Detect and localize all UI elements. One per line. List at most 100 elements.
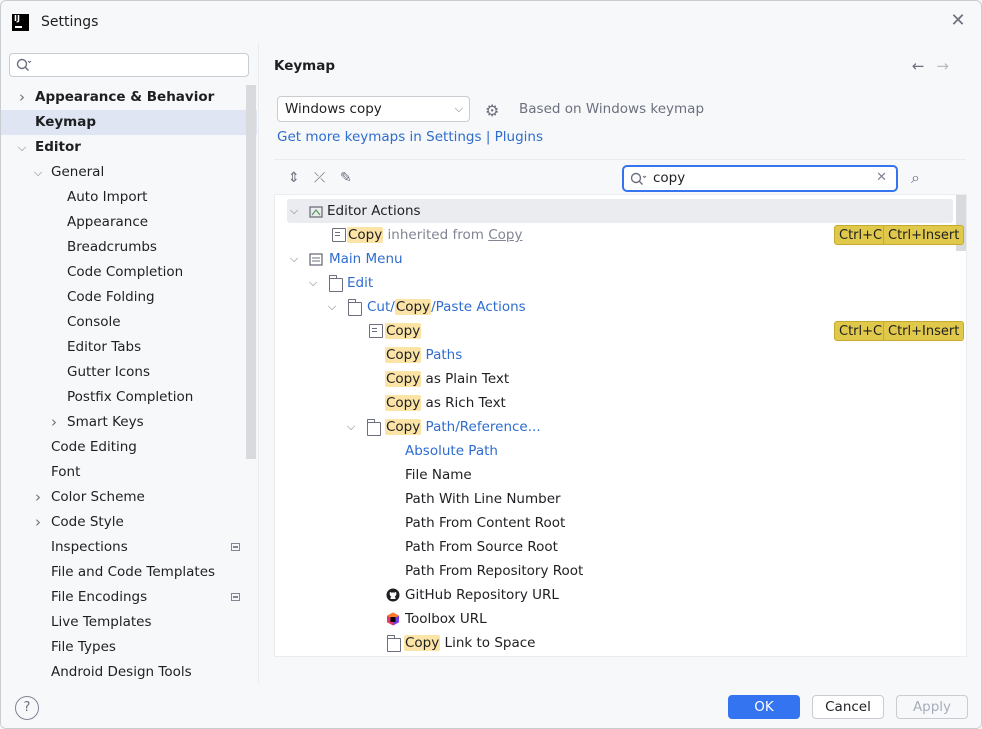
chevron-right-icon[interactable]: › (32, 485, 44, 510)
dialog-footer: ? OK Cancel Apply (1, 683, 981, 728)
tree-row-path-content[interactable]: Path From Content Root (275, 511, 955, 535)
sidebar-item-code-completion[interactable]: Code Completion (1, 260, 258, 285)
chevron-right-icon[interactable]: › (32, 510, 44, 535)
sidebar-item-appearance-behavior[interactable]: › Appearance & Behavior (1, 85, 258, 110)
chevron-down-icon[interactable]: ⌵ (16, 135, 28, 160)
based-on-label: Based on Windows keymap (519, 101, 705, 117)
chevron-right-icon[interactable]: › (16, 85, 28, 110)
clear-icon[interactable]: ✕ (876, 170, 887, 185)
chevron-down-icon: ⌵ (289, 252, 299, 265)
tree-label: Copy Path/Reference... (385, 419, 541, 435)
action-doc-icon (369, 324, 383, 338)
sidebar-item-console[interactable]: Console (1, 310, 258, 335)
sidebar-item-file-encodings[interactable]: File Encodings (1, 585, 258, 610)
tree-label: GitHub Repository URL (405, 587, 559, 603)
tree-row-editor-actions[interactable]: ⌵ Editor Actions (287, 199, 953, 223)
keymap-select[interactable]: Windows copy ⌵ (277, 96, 470, 122)
tree-row-file-name[interactable]: File Name (275, 463, 955, 487)
tree-row-edit[interactable]: ⌵ Edit (275, 271, 955, 295)
shortcut-badge: Ctrl+C (834, 225, 888, 245)
forward-arrow-icon[interactable]: → (936, 57, 961, 75)
tree-row-absolute-path[interactable]: Absolute Path (275, 439, 955, 463)
action-filter-input[interactable]: copy ✕ (622, 165, 898, 192)
chevron-down-icon: ⌵ (346, 420, 356, 433)
back-arrow-icon[interactable]: ← (912, 57, 937, 75)
editor-actions-icon (309, 206, 323, 218)
tree-row-copy[interactable]: Copy Ctrl+C Ctrl+Insert (275, 319, 965, 343)
keymap-panel: Keymap ←→ Windows copy ⌵ ⚙ Based on Wind… (259, 43, 981, 683)
tree-row-github-url[interactable]: GitHub Repository URL (275, 583, 955, 607)
help-button[interactable]: ? (15, 696, 39, 720)
tree-row-path-line[interactable]: Path With Line Number (275, 487, 955, 511)
ok-button[interactable]: OK (728, 695, 800, 719)
sidebar-item-postfix-completion[interactable]: Postfix Completion (1, 385, 258, 410)
tree-row-main-menu[interactable]: ⌵ Main Menu (275, 247, 955, 271)
tree-row-path-source[interactable]: Path From Source Root (275, 535, 955, 559)
gear-icon[interactable]: ⚙ (485, 101, 499, 120)
sidebar-item-code-folding[interactable]: Code Folding (1, 285, 258, 310)
tree-label: Path From Content Root (405, 515, 566, 531)
tree-label: File Name (405, 467, 472, 483)
sidebar-item-label: Live Templates (51, 614, 152, 630)
sidebar-item-label: Appearance & Behavior (35, 89, 215, 105)
sidebar-item-editor[interactable]: ⌵ Editor (1, 135, 258, 160)
chevron-right-icon[interactable]: › (48, 410, 60, 435)
sidebar-item-file-and-code-templates[interactable]: File and Code Templates (1, 560, 258, 585)
sidebar-item-editor-tabs[interactable]: Editor Tabs (1, 335, 258, 360)
apply-button[interactable]: Apply (896, 695, 968, 719)
cancel-button[interactable]: Cancel (812, 695, 884, 719)
sidebar-item-file-types[interactable]: File Types (1, 635, 258, 660)
folder-icon (366, 419, 381, 436)
tree-row-cut-copy-paste[interactable]: ⌵ Cut/Copy/Paste Actions (275, 295, 955, 319)
find-by-shortcut-icon[interactable]: ⌕ (911, 168, 920, 188)
tree-label: Copy (385, 323, 422, 339)
sidebar-item-label: Keymap (35, 114, 97, 130)
sidebar-item-gutter-icons[interactable]: Gutter Icons (1, 360, 258, 385)
tree-row-copy-path-reference[interactable]: ⌵ Copy Path/Reference... (275, 415, 955, 439)
sidebar-item-label: File and Code Templates (51, 564, 216, 580)
sidebar-item-keymap[interactable]: Keymap (1, 110, 257, 135)
sidebar-item-label: Console (67, 314, 121, 330)
sidebar-item-label: Breadcrumbs (67, 239, 157, 255)
sidebar-item-code-style[interactable]: › Code Style (1, 510, 258, 535)
collapse-all-icon[interactable]: ⤫ (314, 170, 325, 186)
expand-all-icon[interactable]: ⇕ (288, 170, 300, 186)
settings-search-input[interactable] (9, 53, 249, 77)
sidebar-item-auto-import[interactable]: Auto Import (1, 185, 258, 210)
sidebar-item-code-editing[interactable]: Code Editing (1, 435, 258, 460)
tree-label: Copy Paths (385, 347, 463, 363)
sidebar-item-appearance[interactable]: Appearance (1, 210, 258, 235)
close-icon[interactable]: ✕ (949, 12, 967, 30)
sidebar-item-android-design-tools[interactable]: Android Design Tools (1, 660, 258, 685)
keymap-select-value: Windows copy (285, 101, 382, 117)
settings-sidebar: › Appearance & Behavior Keymap ⌵ Editor ⌵ Gene… (1, 43, 258, 683)
sidebar-item-live-templates[interactable]: Live Templates (1, 610, 258, 635)
shortcut-badge: Ctrl+Insert (883, 321, 965, 341)
more-keymaps-link[interactable]: Get more keymaps in Settings | Plugins (277, 129, 543, 145)
main-menu-icon (309, 253, 323, 266)
tree-row-path-repo[interactable]: Path From Repository Root (275, 559, 955, 583)
tree-row-copy-link-space[interactable]: Copy Link to Space (275, 631, 955, 655)
page-title: Keymap (274, 58, 336, 74)
sidebar-item-smart-keys[interactable]: › Smart Keys (1, 410, 258, 435)
tree-row-copy-inherited[interactable]: Copy inherited from Copy Ctrl+C Ctrl+Ins… (275, 223, 965, 247)
sidebar-item-font[interactable]: Font (1, 460, 258, 485)
tree-label: Copy Link to Space (404, 635, 536, 651)
search-icon (16, 58, 32, 71)
tree-row-copy-paths[interactable]: Copy Paths (275, 343, 955, 367)
chevron-down-icon[interactable]: ⌵ (32, 160, 44, 185)
tree-row-copy-rich[interactable]: Copy as Rich Text (275, 391, 955, 415)
tree-row-copy-plain[interactable]: Copy as Plain Text (275, 367, 955, 391)
sidebar-item-label: Auto Import (67, 189, 148, 205)
edit-icon[interactable]: ✎ (340, 170, 352, 186)
sidebar-scrollbar[interactable] (246, 85, 256, 459)
sidebar-item-label: Appearance (67, 214, 149, 230)
tree-row-toolbox-url[interactable]: Toolbox URL (275, 607, 955, 631)
sidebar-item-color-scheme[interactable]: › Color Scheme (1, 485, 258, 510)
sidebar-item-inspections[interactable]: Inspections (1, 535, 258, 560)
sidebar-item-label: File Encodings (51, 589, 148, 605)
sidebar-item-label: Color Scheme (51, 489, 145, 505)
filter-value: copy (653, 170, 686, 186)
sidebar-item-general[interactable]: ⌵ General (1, 160, 258, 185)
sidebar-item-breadcrumbs[interactable]: Breadcrumbs (1, 235, 258, 260)
